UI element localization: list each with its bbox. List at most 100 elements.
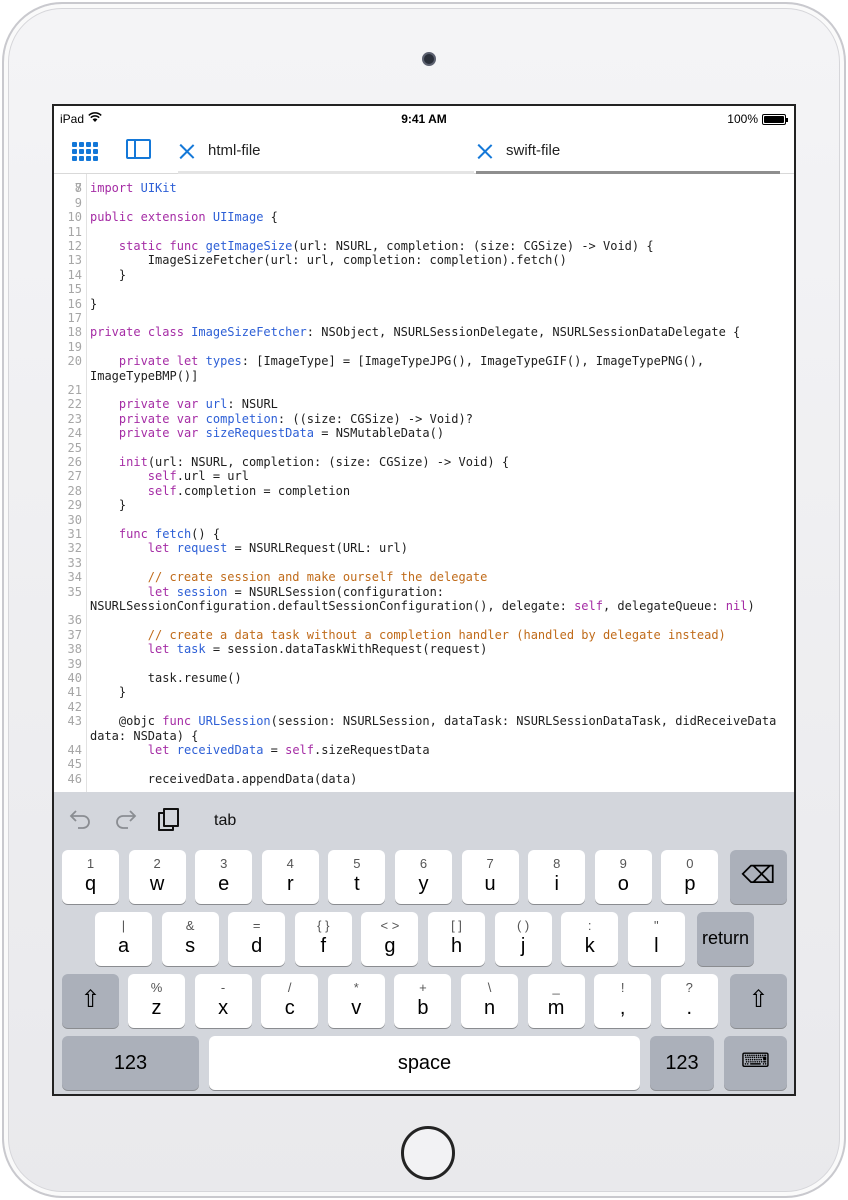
key-z[interactable]: % z [128,974,185,1028]
key-d[interactable]: = d [228,912,286,966]
key-hint: " [653,918,659,933]
close-icon[interactable] [178,142,196,160]
key-hint: 7 [486,856,494,871]
paste-icon[interactable] [158,808,179,831]
key-h[interactable]: [ ] h [428,912,485,966]
key-l[interactable]: " l [627,912,685,966]
key-label: d [251,935,263,957]
key-label: s [185,935,196,957]
key-q[interactable]: 1q [62,850,119,904]
line-number: 10 [67,210,82,225]
code-text: @objc func URLSession(session: NSURLSess… [90,714,777,729]
code-text: self.completion = completion [147,483,351,498]
key-label: m [547,997,565,1019]
key-k[interactable]: :k [561,912,619,966]
key-y[interactable]: 6y [395,850,452,904]
dismiss-keyboard-key[interactable]: ⌨ [724,1036,787,1090]
line-number: 19 [67,339,82,354]
close-icon[interactable] [476,142,494,160]
line-number: 13 [67,253,82,268]
key-f[interactable]: { } f [294,912,352,966]
code-text: static func getImageSize(url: NSURL, com… [118,239,654,253]
code-text: } [90,267,127,282]
gutter-divider [86,174,87,792]
code-text: } [90,685,127,700]
code-text: private let types: [ImageType] = [ImageT… [118,354,705,369]
home-button[interactable] [401,1126,455,1180]
numbers-key-right[interactable]: 123 [650,1036,714,1090]
tab-swift-file[interactable]: swift-file [476,130,780,174]
key-u[interactable]: 7u [461,850,519,904]
key-w[interactable]: 2w [128,850,186,904]
key-x[interactable]: -x [194,974,252,1028]
line-number: 40 [67,671,82,685]
code-text: import UIKit [90,181,177,196]
code-text: init(url: NSURL, completion: (size: CGSi… [118,455,510,469]
line-number: 34 [67,570,82,585]
key-hint: 3 [220,856,228,871]
line-number: 12 [67,239,82,253]
key-p[interactable]: 0p [661,850,719,904]
shift-icon: ⇧ [748,986,769,1013]
undo-icon[interactable] [68,808,94,834]
key-label: p [684,873,696,895]
line-number: 32 [67,541,82,556]
code-text: private var completion: ((size: CGSize) … [118,411,473,426]
line-number: 39 [67,656,82,671]
key-hint: { } [317,918,330,933]
tab-key[interactable]: tab [214,812,236,830]
code-text: receivedData.appendData(data) [90,771,358,786]
key-s[interactable]: & s [161,912,219,966]
key-label: e [218,873,230,895]
key-i[interactable]: 8i [528,850,586,904]
line-number: 28 [67,483,82,498]
key-c[interactable]: / c [261,974,319,1028]
key-label: . [686,997,693,1019]
tab-bar: html-file swift-file [54,130,794,174]
redo-icon[interactable] [112,808,138,834]
shortcut-bar: tab [54,792,794,848]
key-b[interactable]: + b [394,974,452,1028]
numbers-key-left[interactable]: 123 [62,1036,199,1090]
key-a[interactable]: | a [95,912,152,966]
key-n[interactable]: \ n [461,974,518,1028]
code-editor[interactable]: 7 8 import UIKit 9 10 public extension UIIma… [54,174,794,792]
key-comma[interactable]: !, [594,974,652,1028]
key-e[interactable]: 3e [195,850,253,904]
code-text: } [90,296,98,311]
key-hint: & [185,918,195,933]
key-label: y [418,873,429,895]
key-g[interactable]: < > g [361,912,419,966]
grid-apps-icon[interactable] [72,138,98,164]
code-text: ImageSizeFetcher(url: url, completion: c… [90,253,567,268]
key-v[interactable]: * v [327,974,385,1028]
code-text: } [90,498,127,513]
key-label: r [286,873,294,895]
key-o[interactable]: 9o [594,850,652,904]
key-period[interactable]: ?. [660,974,718,1028]
key-hint: = [252,918,261,933]
key-m[interactable]: _ m [527,974,585,1028]
key-label: i [554,873,559,895]
key-t[interactable]: 5t [328,850,386,904]
key-j[interactable]: ( ) j [494,912,552,966]
key-hint: 9 [619,856,627,871]
key-label: c [284,997,295,1019]
code-text: self.url = url [147,469,249,484]
key-r[interactable]: 4r [261,850,319,904]
key-hint: % [150,980,163,995]
shift-key-right[interactable]: ⇧ [730,974,787,1028]
sidebar-toggle-icon[interactable] [126,139,151,159]
line-number: 41 [67,685,82,700]
line-number: 24 [67,426,82,441]
line-number: 16 [67,296,82,311]
key-label: 123 [665,1052,699,1074]
tab-label: html-file [208,142,261,159]
key-hint: < > [380,918,400,933]
space-key[interactable]: space [209,1036,640,1090]
tab-html-file[interactable]: html-file [178,130,474,174]
delete-key[interactable]: ⌫ [730,850,787,904]
return-key[interactable]: return [697,912,754,966]
shift-key-left[interactable]: ⇧ [62,974,119,1028]
shift-icon: ⇧ [80,986,101,1013]
